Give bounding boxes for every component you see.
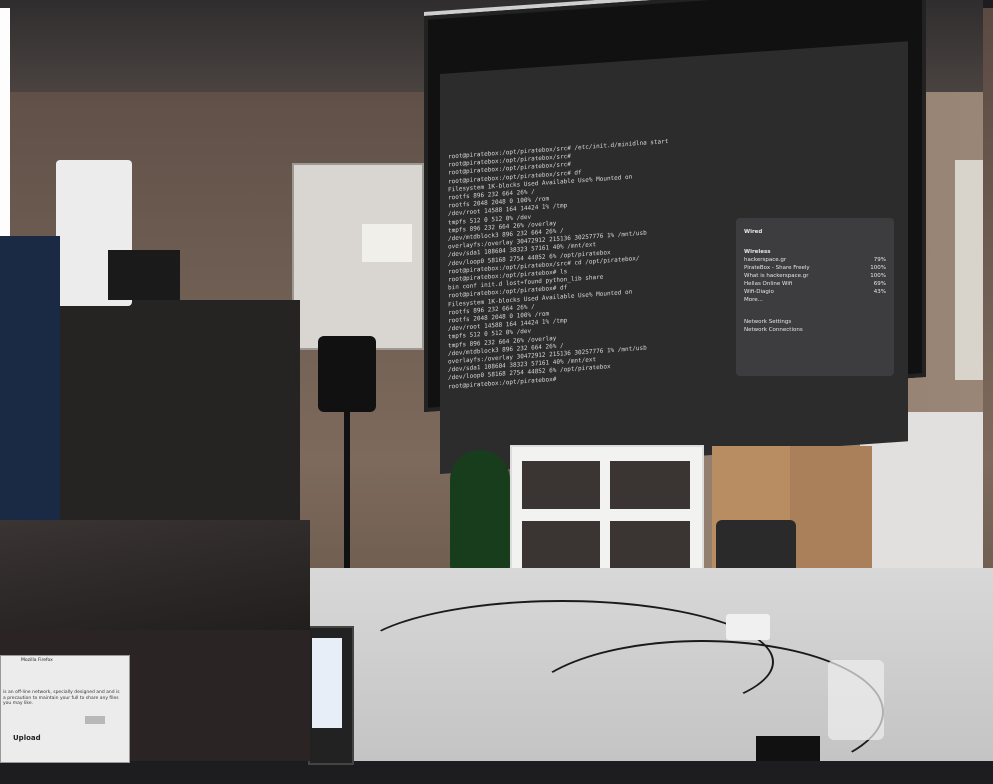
charger xyxy=(756,736,820,761)
browser-title: Mozilla Firefox xyxy=(21,658,53,663)
shelf-cubby xyxy=(522,461,600,509)
network-item[interactable]: PirateBox - Share Freely 100% xyxy=(736,264,894,272)
plastic-cup xyxy=(828,660,884,740)
network-item[interactable]: Wifi-Diagio 43% xyxy=(736,288,894,296)
speaker xyxy=(318,336,376,412)
network-name: Wifi-Diagio xyxy=(744,289,774,295)
network-item[interactable]: What is hackerspace.gr 100% xyxy=(736,272,894,280)
network-menu: Wired Wireless hackerspace.gr 79% PirateBo… xyxy=(736,218,894,376)
old-tv xyxy=(108,250,180,300)
laptop-screen xyxy=(312,638,342,728)
network-name: Hellas Online Wifi xyxy=(744,281,793,287)
browser-window: Mozilla Firefox is an off-line network, … xyxy=(0,655,130,763)
cardboard-box xyxy=(790,446,872,586)
network-item[interactable]: Hellas Online Wifi 69% xyxy=(736,280,894,288)
network-signal: 100% xyxy=(870,265,886,271)
shelf-cubby xyxy=(610,521,690,573)
speaker-stand xyxy=(344,412,350,572)
network-connections[interactable]: Network Connections xyxy=(736,326,894,334)
network-signal: 79% xyxy=(873,257,886,263)
inset-ceiling xyxy=(0,520,310,630)
inset-person xyxy=(0,236,60,520)
network-menu-section: Wireless xyxy=(744,249,771,255)
wifi-sign xyxy=(362,224,412,262)
network-name: hackerspace.gr xyxy=(744,257,787,263)
network-more[interactable]: More... xyxy=(736,296,894,304)
network-signal: 43% xyxy=(873,289,886,295)
network-menu-title: Wired xyxy=(744,229,763,235)
browser-body-text: is an off-line network, specially design… xyxy=(3,690,120,706)
shelf-cubby xyxy=(610,461,690,509)
green-chair xyxy=(450,450,510,570)
network-item[interactable]: hackerspace.gr 79% xyxy=(736,256,894,264)
network-signal: 69% xyxy=(873,281,886,287)
shelf-cubby xyxy=(522,521,600,573)
network-signal: 100% xyxy=(870,273,886,279)
network-list: hackerspace.gr 79% PirateBox - Share Freel… xyxy=(736,256,894,296)
wall-paper-sheet xyxy=(955,160,983,380)
browser-button[interactable] xyxy=(85,716,105,724)
network-name: What is hackerspace.gr xyxy=(744,273,809,279)
upload-heading: Upload xyxy=(13,734,41,742)
power-plug xyxy=(726,614,770,640)
network-settings[interactable]: Network Settings xyxy=(736,318,894,326)
network-name: PirateBox - Share Freely xyxy=(744,265,810,271)
